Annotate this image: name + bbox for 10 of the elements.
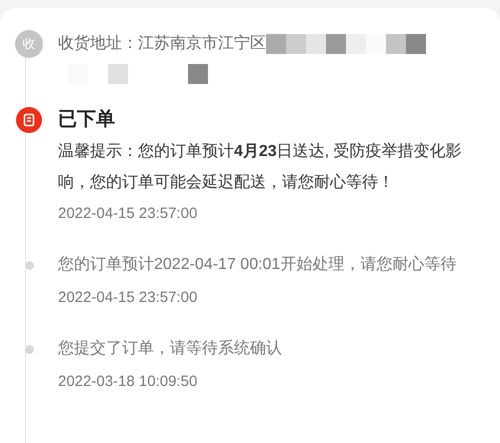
timestamp: 2022-03-18 10:09:50 [58,372,198,392]
event-text: 您的订单预计2022-04-17 00:01开始处理，请您耐心等待 [58,254,458,275]
notice-text: 温馨提示：您的订单预计4月23日送达, 受防疫举措变化影响，您的订单可能会延迟配送，请您耐心等待！ [58,142,463,193]
event-text: 您提交了订单，请等待系统确认 [58,338,283,359]
status-title: 已下单 [58,108,116,132]
timestamp: 2022-04-15 23:57:00 [58,204,198,224]
clipboard-icon [16,107,42,133]
receive-badge: 收 [15,30,43,58]
address-text: 收货地址：江苏南京市江宁区 [58,34,266,54]
timestamp: 2022-04-15 23:57:00 [58,288,198,308]
